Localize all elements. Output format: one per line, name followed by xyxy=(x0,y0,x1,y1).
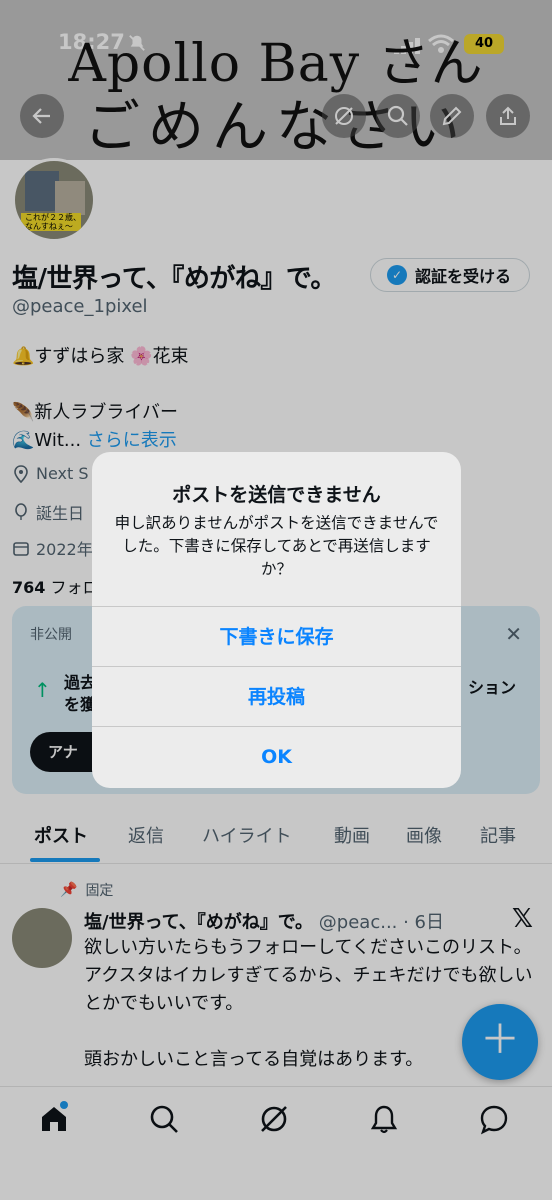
retry-post-button[interactable]: 再投稿 xyxy=(92,666,461,726)
alert-message: 申し訳ありませんがポストを送信できませんでした。下書きに保存してあとで再送信しま… xyxy=(114,514,439,578)
save-draft-button[interactable]: 下書きに保存 xyxy=(92,606,461,666)
alert-title: ポストを送信できません xyxy=(172,484,381,506)
ok-button[interactable]: OK xyxy=(92,726,461,786)
send-failed-alert: ポストを送信できません 申し訳ありませんがポストを送信できませんでした。下書きに… xyxy=(92,452,461,788)
